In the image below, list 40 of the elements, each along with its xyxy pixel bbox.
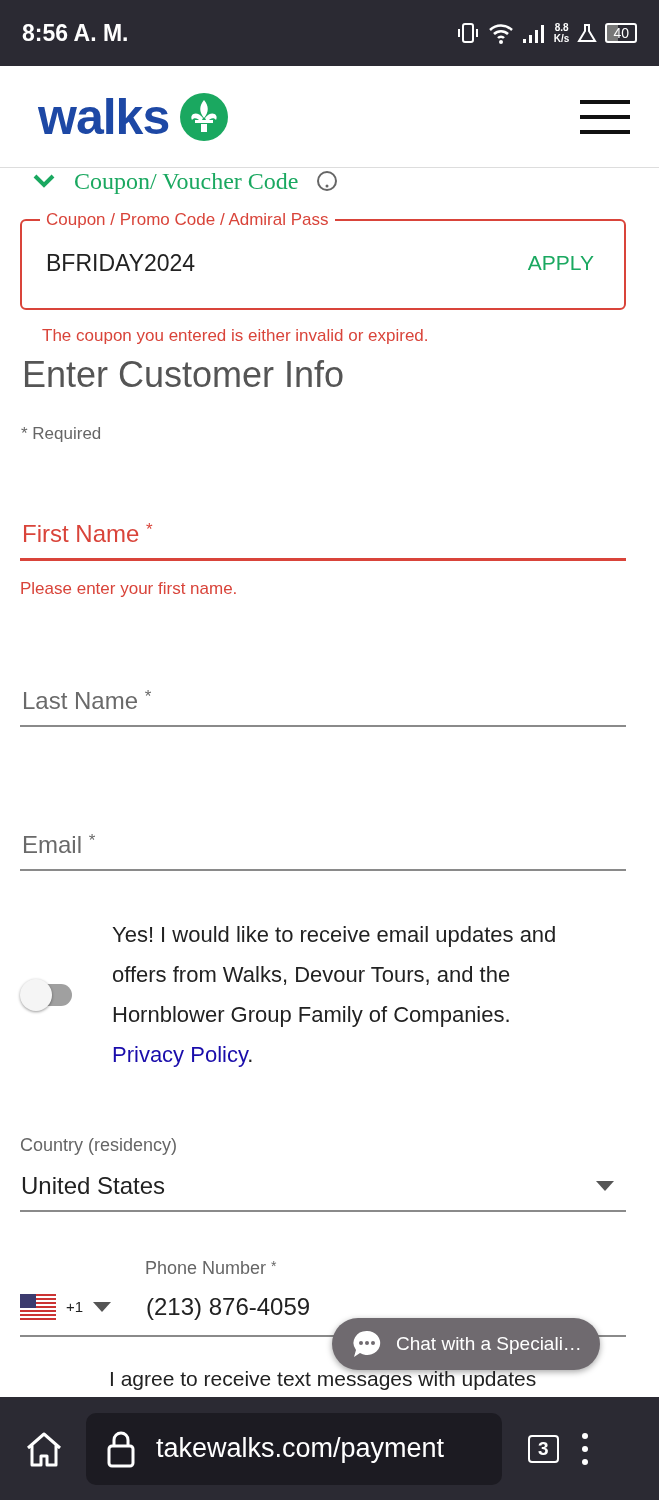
flag-icon (20, 1294, 56, 1320)
tab-count-button[interactable]: 3 (528, 1434, 559, 1463)
logo-wordmark: walks (38, 87, 170, 146)
lock-icon (106, 1429, 136, 1468)
required-note: * Required (21, 424, 103, 444)
chat-button[interactable]: Chat with a Speciali… (332, 1318, 600, 1370)
consent-text: Yes! I would like to receive email updates and offers from Walks, Devour Tours, and the Hornblower Group Family of Companies. Privacy Policy. (112, 921, 558, 1069)
clock: 8:56 A. M. (22, 19, 130, 47)
menu-icon[interactable] (579, 98, 631, 135)
chevron-down-icon[interactable] (32, 173, 56, 189)
coupon-field[interactable]: Coupon / Promo Code / Admiral Pass BFRIDAY2024 APPLY (20, 210, 626, 310)
speed-unit: K/s (553, 33, 570, 44)
chat-bubble-icon (352, 1329, 382, 1359)
text-field[interactable]: Email * (20, 831, 626, 871)
vibrate-icon (455, 21, 480, 45)
flask-icon (577, 23, 598, 43)
country-code-picker[interactable]: +1 (20, 1287, 136, 1327)
toggle-switch[interactable] (20, 979, 74, 1011)
dropdown-arrow-icon (93, 1302, 112, 1312)
text-field[interactable]: Last Name * (20, 687, 626, 727)
country-select[interactable]: United States (20, 1164, 626, 1212)
field-label: Coupon / Promo Code / Admiral Pass (45, 210, 330, 230)
dropdown-arrow-icon (596, 1181, 614, 1191)
fleur-de-lis-icon (179, 91, 230, 142)
field-label: Country (residency) (20, 1135, 179, 1156)
help-icon (316, 170, 339, 192)
section-heading: Enter Customer Info (22, 354, 346, 396)
privacy-policy-link[interactable]: Privacy Policy (112, 1042, 248, 1067)
address-bar[interactable]: takewalks.com/payment (86, 1412, 502, 1485)
field-label: Phone Number * (145, 1258, 278, 1279)
wifi-icon (487, 22, 514, 44)
more-options-icon[interactable] (580, 1432, 589, 1465)
consent-text: I agree to receive text messages with updates (109, 1367, 538, 1391)
signal-icon (521, 22, 546, 44)
battery-level: 40 (605, 23, 637, 43)
network-speed: 8.8 (554, 22, 569, 33)
phone-field[interactable]: (213) 876-4059 (146, 1293, 311, 1321)
error-message: Please enter your first name. (20, 579, 239, 599)
error-message: The coupon you entered is either invalid or expired. (42, 326, 430, 346)
text-field[interactable]: First Name * (20, 520, 626, 561)
